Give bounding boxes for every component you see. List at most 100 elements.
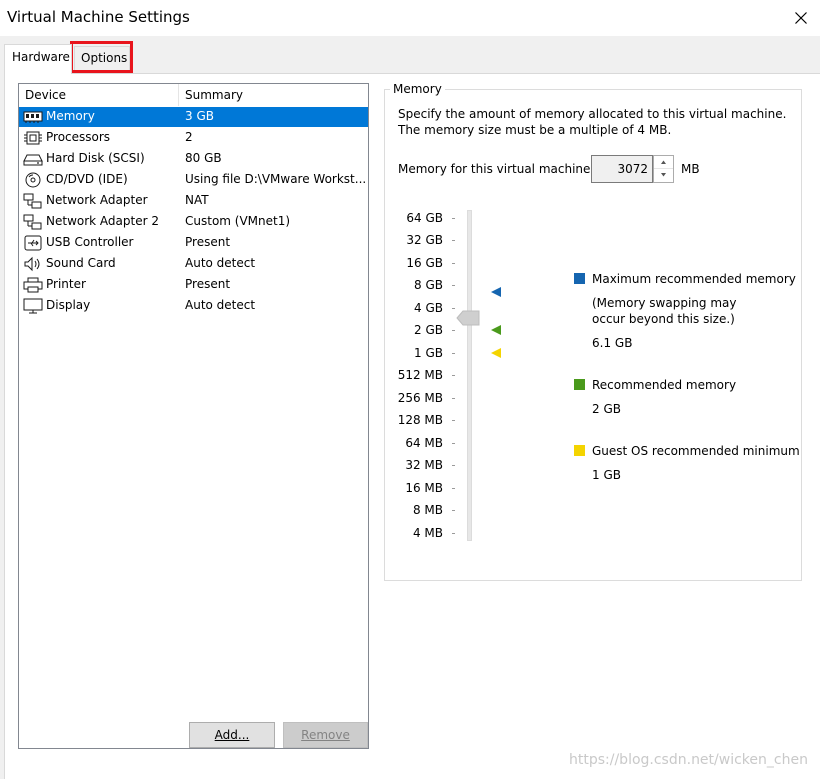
device-summary: Custom (VMnet1)	[185, 214, 291, 228]
scale-tick	[452, 510, 455, 511]
window-title: Virtual Machine Settings	[7, 8, 190, 26]
device-row-printer[interactable]: Printer Present	[19, 275, 368, 295]
recommended-value: 2 GB	[592, 402, 621, 416]
scale-label: 16 MB	[405, 481, 443, 495]
minimum-value: 1 GB	[592, 468, 621, 482]
add-device-button-label: Add...	[214, 728, 250, 742]
column-header-summary[interactable]: Summary	[179, 84, 368, 106]
device-name: Memory	[46, 109, 95, 123]
device-row-hard-disk[interactable]: Hard Disk (SCSI) 80 GB	[19, 149, 368, 169]
tab-hardware-label: Hardware	[12, 50, 70, 64]
memory-slider-track[interactable]	[467, 210, 472, 541]
scale-label: 8 GB	[414, 278, 443, 292]
device-summary: NAT	[185, 193, 209, 207]
device-row-network-adapter-2[interactable]: Network Adapter 2 Custom (VMnet1)	[19, 212, 368, 232]
chevron-up-icon	[661, 160, 666, 164]
device-name: Hard Disk (SCSI)	[46, 151, 145, 165]
device-name: Printer	[46, 277, 86, 291]
max-recommended-note: occur beyond this size.)	[592, 312, 735, 326]
add-device-button[interactable]: Add...	[189, 722, 275, 748]
device-name: Sound Card	[46, 256, 116, 270]
device-name: CD/DVD (IDE)	[46, 172, 128, 186]
network-adapter-icon	[23, 193, 42, 209]
max-recommended-swatch	[574, 273, 585, 284]
device-name: Network Adapter	[46, 193, 148, 207]
device-summary: 2	[185, 130, 193, 144]
device-summary: Auto detect	[185, 298, 256, 312]
device-row-memory[interactable]: Memory 3 GB	[19, 107, 368, 127]
close-button[interactable]	[780, 2, 820, 34]
processor-icon	[24, 131, 42, 145]
scale-tick	[452, 308, 455, 309]
remove-device-button[interactable]: Remove	[283, 722, 368, 748]
scale-tick	[452, 465, 455, 466]
scale-tick	[452, 375, 455, 376]
scale-label: 128 MB	[397, 413, 443, 427]
chevron-down-icon	[661, 173, 666, 177]
scale-label: 1 GB	[414, 346, 443, 360]
memory-spin-down[interactable]	[654, 169, 673, 182]
watermark: https://blog.csdn.net/wicken_chen	[569, 752, 808, 768]
tab-options-label: Options	[81, 51, 128, 65]
tab-hardware[interactable]: Hardware	[4, 44, 72, 74]
device-row-usb-controller[interactable]: USB Controller Present	[19, 233, 368, 253]
scale-tick	[452, 330, 455, 331]
device-row-sound-card[interactable]: Sound Card Auto detect	[19, 254, 368, 274]
tab-options[interactable]: Options	[74, 46, 130, 70]
cd-dvd-icon	[25, 172, 41, 188]
memory-icon	[23, 111, 43, 123]
scale-tick	[452, 420, 455, 421]
scale-tick	[452, 488, 455, 489]
scale-label: 32 MB	[405, 458, 443, 472]
scale-label: 4 GB	[414, 301, 443, 315]
memory-slider-thumb[interactable]	[456, 310, 480, 326]
usb-icon	[24, 235, 42, 251]
column-header-device[interactable]: Device	[19, 84, 179, 106]
device-summary: 80 GB	[185, 151, 222, 165]
memory-unit-label: MB	[681, 162, 700, 176]
device-row-processors[interactable]: Processors 2	[19, 128, 368, 148]
device-summary: Present	[185, 235, 231, 249]
device-row-display[interactable]: Display Auto detect	[19, 296, 368, 316]
scale-label: 64 MB	[405, 436, 443, 450]
memory-description: Specify the amount of memory allocated t…	[398, 106, 786, 138]
memory-description-line: The memory size must be a multiple of 4 …	[398, 123, 672, 137]
device-name: USB Controller	[46, 235, 134, 249]
scale-label: 256 MB	[397, 391, 443, 405]
scale-tick	[452, 218, 455, 219]
device-list-header: Device Summary	[19, 84, 368, 106]
scale-label: 64 GB	[406, 211, 443, 225]
minimum-marker	[491, 348, 501, 358]
device-summary: Auto detect	[185, 256, 256, 270]
speaker-icon	[24, 256, 40, 272]
scale-tick	[452, 443, 455, 444]
device-name: Network Adapter 2	[46, 214, 159, 228]
title-bar: Virtual Machine Settings	[0, 0, 820, 36]
memory-spinner[interactable]	[653, 155, 674, 183]
printer-icon	[23, 277, 43, 293]
device-row-cd-dvd[interactable]: CD/DVD (IDE) Using file D:\VMware Workst…	[19, 170, 368, 190]
device-row-network-adapter[interactable]: Network Adapter NAT	[19, 191, 368, 211]
remove-device-button-label: Remove	[301, 728, 350, 742]
device-list[interactable]: Device Summary Memory 3 GB Processors 2 …	[18, 83, 369, 749]
scale-tick	[452, 263, 455, 264]
memory-field-label: Memory for this virtual machine:	[398, 162, 595, 176]
minimum-title: Guest OS recommended minimum	[592, 444, 800, 458]
scale-tick	[452, 353, 455, 354]
max-recommended-marker	[491, 287, 501, 297]
device-name: Processors	[46, 130, 111, 144]
network-adapter-icon	[23, 214, 42, 230]
scale-tick	[452, 240, 455, 241]
scale-label: 4 MB	[412, 526, 443, 540]
max-recommended-title: Maximum recommended memory	[592, 272, 796, 286]
scale-label: 32 GB	[406, 233, 443, 247]
hard-disk-icon	[23, 154, 43, 166]
recommended-swatch	[574, 379, 585, 390]
memory-size-input[interactable]: 3072	[591, 155, 653, 183]
scale-label: 2 GB	[414, 323, 443, 337]
minimum-swatch	[574, 445, 585, 456]
device-summary: 3 GB	[185, 109, 214, 123]
recommended-marker	[491, 325, 501, 335]
memory-spin-up[interactable]	[654, 156, 673, 169]
scale-label: 8 MB	[412, 503, 443, 517]
